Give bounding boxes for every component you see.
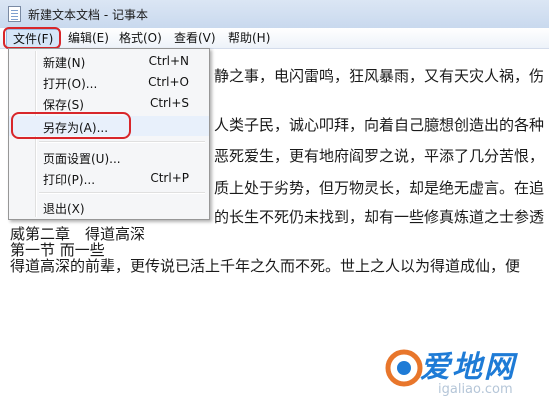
menu-item-label: 新建(N) [43,56,86,70]
menu-item-label: 打印(P)... [43,173,96,187]
watermark-logo: 爱地网 igaliao.com [380,340,530,404]
menu-item-shortcut: Ctrl+O [148,75,189,89]
menu-separator [39,141,205,143]
menu-edit[interactable]: 编辑(E) [62,29,115,47]
menu-separator [39,192,205,194]
menu-item-exit[interactable]: 退出(X) [9,197,209,217]
menu-item-shortcut: Ctrl+N [148,54,189,68]
window-title: 新建文本文档 - 记事本 [28,8,148,22]
editor-line: 质上处于劣势，但万物灵长，却是绝无虚言。在追 [214,179,545,197]
menu-item-save[interactable]: 保存(S) Ctrl+S [9,93,209,113]
menu-item-label: 页面设置(U)... [43,152,121,166]
menu-bar: 文件(F) 编辑(E) 格式(O) 查看(V) 帮助(H) [0,28,549,49]
menu-item-label: 退出(X) [43,202,85,216]
menu-item-open[interactable]: 打开(O)... Ctrl+O [9,72,209,92]
menu-item-shortcut: Ctrl+P [150,171,189,185]
menu-help[interactable]: 帮助(H) [222,29,276,47]
menu-item-shortcut: Ctrl+S [149,96,189,110]
menu-view[interactable]: 查看(V) [168,29,222,47]
menu-item-label: 保存(S) [43,98,84,112]
watermark-url: igaliao.com [438,382,513,397]
title-bar: 新建文本文档 - 记事本 [0,0,549,29]
file-menu-highlight [3,27,61,49]
notepad-icon [8,6,21,22]
menu-format[interactable]: 格式(O) [113,29,168,47]
editor-line: 静之事，电闪雷鸣，狂风暴雨，又有天灾人祸，伤 [214,67,545,85]
editor-line: 恶死爱生，更有地府阎罗之说，平添了几分苦恨， [214,147,545,165]
save-as-highlight [11,112,131,139]
menu-item-new[interactable]: 新建(N) Ctrl+N [9,51,209,71]
watermark-text: 爱地网 [420,350,516,385]
menu-item-label: 打开(O)... [43,77,98,91]
menu-item-page-setup[interactable]: 页面设置(U)... [9,147,209,167]
editor-line: 得道高深的前辈，更传说已活上千年之久而不死。世上之人以为得道成仙，便 [10,257,521,275]
menu-item-print[interactable]: 打印(P)... Ctrl+P [9,168,209,188]
editor-line: 人类子民，诚心叩拜，向着自己臆想创造出的各种 [214,116,545,134]
watermark-logo-icon [385,349,423,387]
editor-line: 的长生不死仍未找到，却有一些修真炼道之士参透 [214,208,545,226]
